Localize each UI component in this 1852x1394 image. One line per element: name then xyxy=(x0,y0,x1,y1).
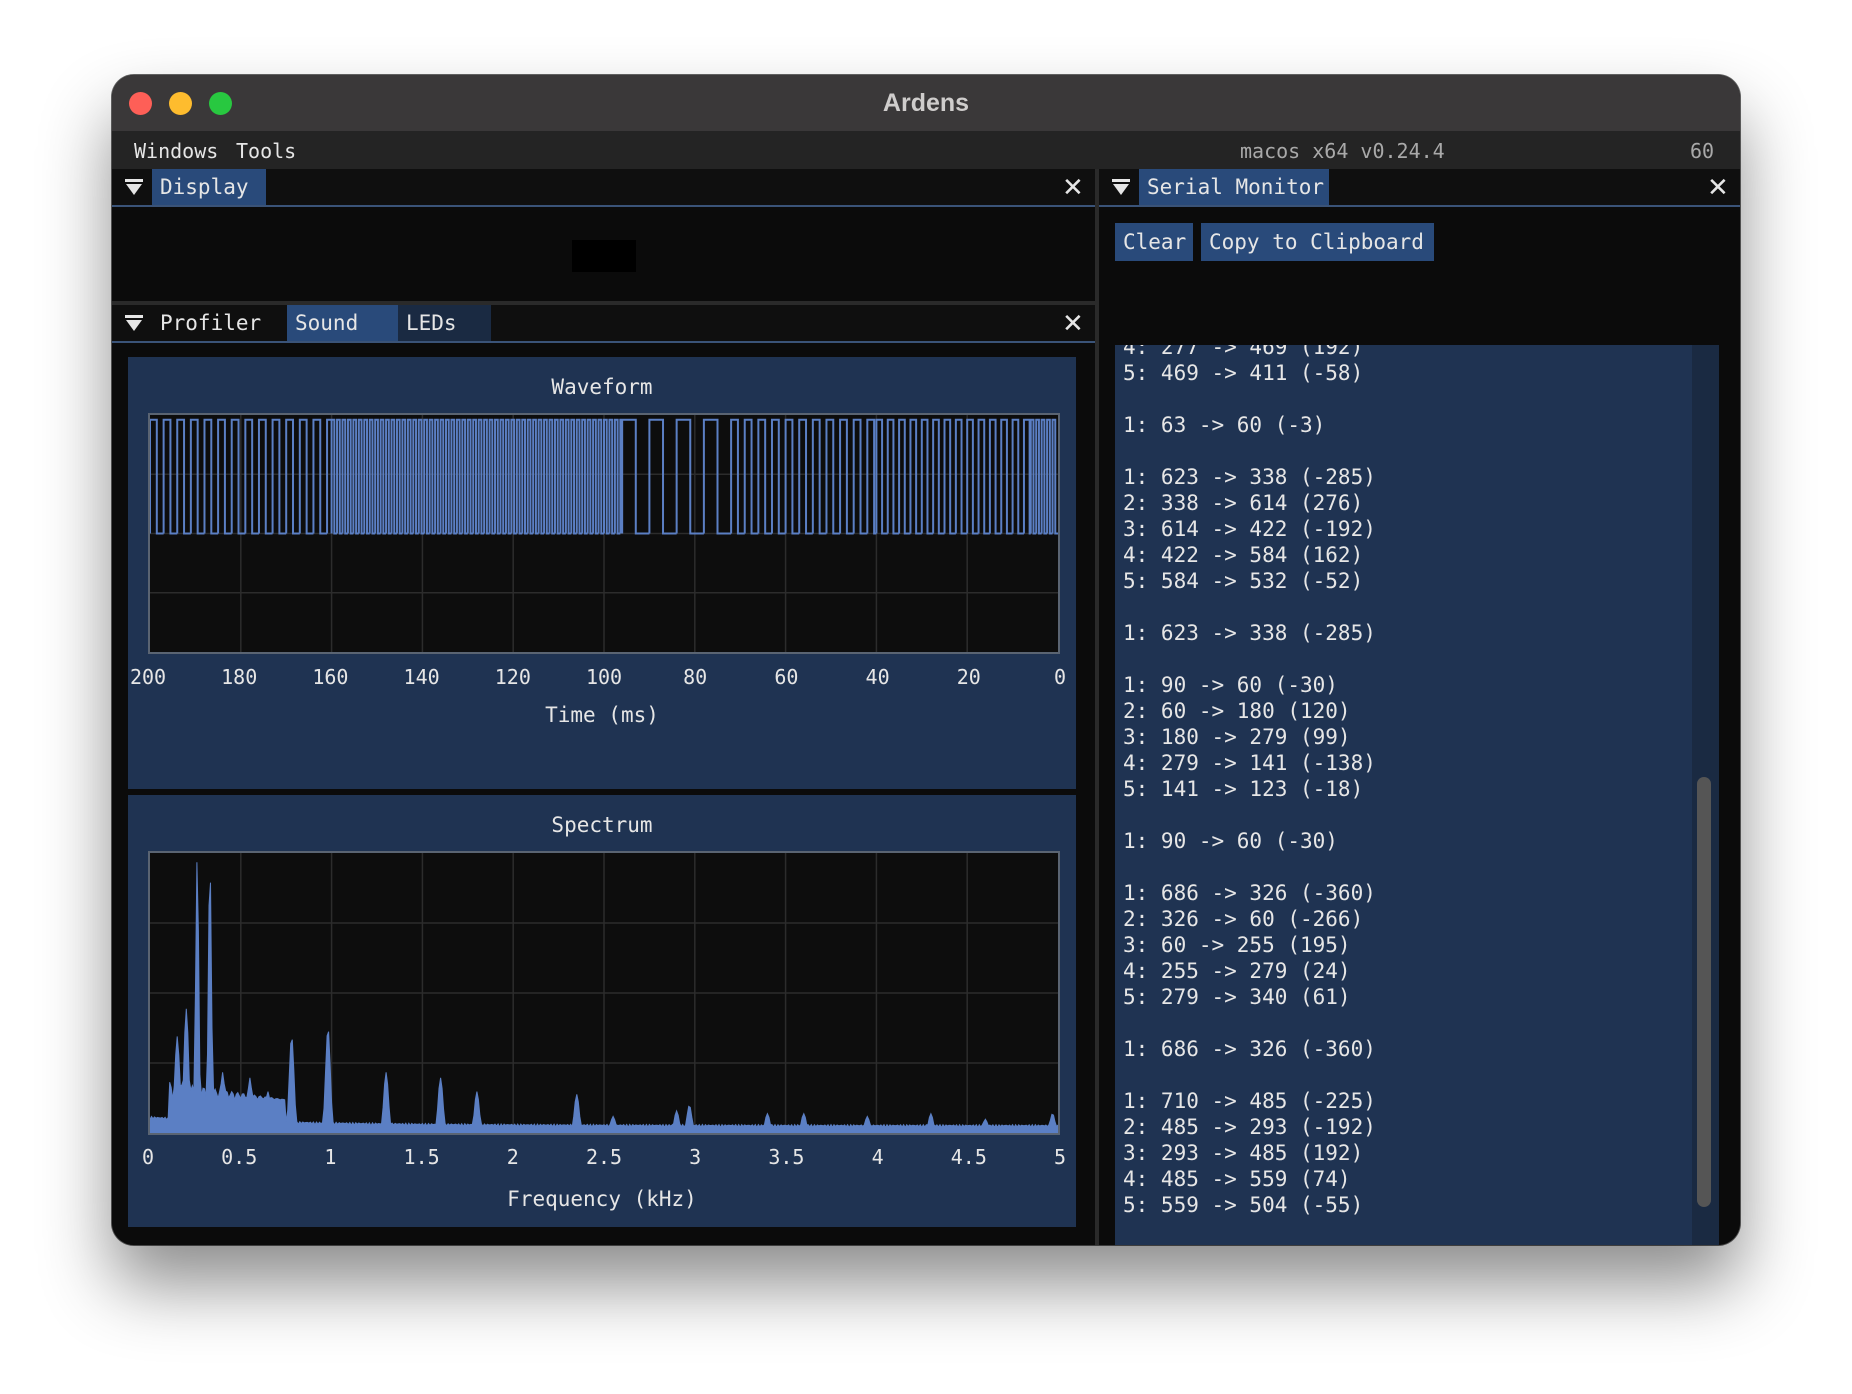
collapse-arrow-icon[interactable] xyxy=(124,314,144,332)
x-tick-label: 4 xyxy=(871,1145,884,1169)
app-window: Ardens Windows Tools macos x64 v0.24.4 6… xyxy=(112,75,1740,1245)
x-tick-label: 180 xyxy=(221,665,258,689)
waveform-chart xyxy=(150,415,1058,652)
close-icon[interactable]: ✕ xyxy=(1062,173,1084,203)
log-line: 1: 623 -> 338 (-285) xyxy=(1123,621,1376,645)
tab-profiler[interactable]: Profiler xyxy=(152,305,280,341)
waveform-series-line xyxy=(150,418,1058,535)
spectrum-chart xyxy=(150,853,1058,1133)
tab-serial-monitor[interactable]: Serial Monitor xyxy=(1139,169,1329,205)
x-tick-label: 2.5 xyxy=(585,1145,623,1169)
close-icon[interactable]: ✕ xyxy=(1062,309,1084,339)
log-line: 1: 686 -> 326 (-360) xyxy=(1123,881,1376,905)
log-line: 5: 469 -> 411 (-58) xyxy=(1123,361,1364,385)
menu-bar: Windows Tools macos x64 v0.24.4 60 xyxy=(112,131,1740,169)
log-line: 4: 279 -> 141 (-138) xyxy=(1123,751,1376,775)
log-line: 4: 422 -> 584 (162) xyxy=(1123,543,1364,567)
x-tick-label: 200 xyxy=(129,665,167,689)
x-tick-label: 0.5 xyxy=(221,1145,258,1169)
spectrum-plot: Spectrum 0 0.5 1 1.5 2 2.5 3 3.5 4 4.5 5 Frequency… xyxy=(128,795,1076,1227)
collapse-arrow-icon[interactable] xyxy=(124,178,144,196)
menu-windows[interactable]: Windows xyxy=(134,139,218,163)
title-bar: Ardens xyxy=(112,75,1740,132)
version-label: macos x64 v0.24.4 xyxy=(1240,139,1445,163)
log-line: 3: 614 -> 422 (-192) xyxy=(1123,517,1376,541)
x-tick-label: 5 xyxy=(1053,1145,1067,1169)
log-line: 2: 60 -> 180 (120) xyxy=(1123,699,1351,723)
waveform-plot: Waveform 200 180 160 140 120 100 80 60 40 20 0 Tim… xyxy=(128,357,1076,789)
log-line: 4: 255 -> 279 (24) xyxy=(1123,959,1351,983)
x-tick-label: 3.5 xyxy=(768,1145,805,1169)
display-panel-header: Display ✕ xyxy=(112,169,1095,207)
log-line: 1: 686 -> 326 (-360) xyxy=(1123,1037,1376,1061)
x-tick-label: 60 xyxy=(774,665,799,689)
tab-display[interactable]: Display xyxy=(152,169,266,205)
log-line: 2: 326 -> 60 (-266) xyxy=(1123,907,1364,931)
display-screen xyxy=(572,240,636,272)
log-line: 3: 60 -> 255 (195) xyxy=(1123,933,1351,957)
x-tick-label: 4.5 xyxy=(950,1145,987,1169)
spectrum-title: Spectrum xyxy=(551,813,653,837)
x-tick-label: 0 xyxy=(1053,665,1067,689)
log-line: 2: 485 -> 293 (-192) xyxy=(1123,1115,1376,1139)
x-tick-label: 100 xyxy=(585,665,623,689)
serial-scroll-thumb[interactable] xyxy=(1697,777,1711,1207)
log-line: 3: 180 -> 279 (99) xyxy=(1123,725,1351,749)
sound-panel-header: Profiler Sound LEDs ✕ xyxy=(112,305,1095,343)
serial-panel-header: Serial Monitor ✕ xyxy=(1099,169,1740,207)
x-tick-label: 3 xyxy=(689,1145,702,1169)
log-line: 1: 623 -> 338 (-285) xyxy=(1123,465,1376,489)
x-tick-label: 120 xyxy=(494,665,531,689)
tab-leds[interactable]: LEDs xyxy=(398,305,491,341)
log-line: 1: 710 -> 485 (-225) xyxy=(1123,1089,1376,1113)
display-panel xyxy=(112,207,1095,301)
x-tick-label: 160 xyxy=(312,665,349,689)
x-tick-label: 40 xyxy=(865,665,890,689)
log-line: 1: 90 -> 60 (-30) xyxy=(1123,829,1338,853)
serial-log[interactable]: 4: 277 -> 469 (192) 5: 469 -> 411 (-58) 1:… xyxy=(1115,345,1692,1245)
log-line: 5: 141 -> 123 (-18) xyxy=(1123,777,1364,801)
log-line: 5: 559 -> 504 (-55) xyxy=(1123,1193,1364,1217)
x-tick-label: 80 xyxy=(683,665,708,689)
x-tick-label: 20 xyxy=(956,665,981,689)
serial-scrollbar[interactable] xyxy=(1692,345,1719,1245)
window-title: Ardens xyxy=(882,89,970,117)
spectrum-plot-area[interactable] xyxy=(148,851,1060,1135)
waveform-plot-area[interactable] xyxy=(148,413,1060,654)
clear-button[interactable]: Clear xyxy=(1115,223,1193,261)
menu-tools[interactable]: Tools xyxy=(236,139,296,163)
log-line: 2: 338 -> 614 (276) xyxy=(1123,491,1364,515)
close-icon[interactable]: ✕ xyxy=(1707,173,1729,203)
fps-counter: 60 xyxy=(1690,139,1715,163)
collapse-arrow-icon[interactable] xyxy=(1111,178,1131,196)
x-tick-label: 1 xyxy=(324,1145,337,1169)
x-tick-label: 1.5 xyxy=(403,1145,440,1169)
waveform-title: Waveform xyxy=(551,375,653,399)
waveform-x-label: Time (ms) xyxy=(545,703,659,727)
log-line: 5: 584 -> 532 (-52) xyxy=(1123,569,1364,593)
log-line: 5: 279 -> 340 (61) xyxy=(1123,985,1351,1009)
log-line: 3: 293 -> 485 (192) xyxy=(1123,1141,1364,1165)
x-tick-label: 140 xyxy=(403,665,440,689)
log-line: 1: 63 -> 60 (-3) xyxy=(1123,413,1326,437)
log-line: 4: 485 -> 559 (74) xyxy=(1123,1167,1351,1191)
log-line: 4: 277 -> 469 (192) xyxy=(1123,345,1364,359)
copy-to-clipboard-button[interactable]: Copy to Clipboard xyxy=(1201,223,1434,261)
x-tick-label: 2 xyxy=(506,1145,519,1169)
spectrum-x-label: Frequency (kHz) xyxy=(507,1187,697,1211)
x-tick-label: 0 xyxy=(141,1145,155,1169)
sound-panel: Waveform 200 180 160 140 120 100 80 60 40 20 0 Tim… xyxy=(112,343,1095,1245)
log-line: 1: 90 -> 60 (-30) xyxy=(1123,673,1338,697)
tab-sound[interactable]: Sound xyxy=(287,305,401,341)
